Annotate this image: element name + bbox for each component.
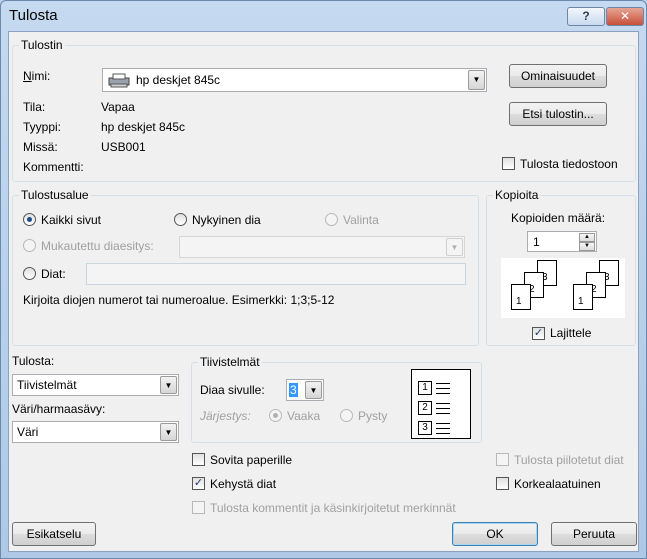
chevron-down-icon[interactable]: ▼ [160, 376, 177, 394]
handouts-group: Tiivistelmät Diaa sivulle: 3 ▼ Järjestys… [191, 355, 482, 443]
custom-show-label: Mukautettu diaesitys: [41, 239, 154, 253]
cancel-button[interactable]: Peruuta [551, 522, 637, 546]
ok-button[interactable]: OK [452, 522, 538, 546]
per-page-select[interactable]: 3 ▼ [286, 379, 324, 401]
comment-label: Kommentti: [23, 160, 84, 174]
current-slide-label[interactable]: Nykyinen dia [192, 213, 261, 227]
color-select[interactable]: Väri ▼ [12, 421, 179, 443]
chevron-down-icon: ▼ [446, 238, 463, 256]
order-label: Järjestys: [200, 409, 251, 423]
print-what-value: Tiivistelmät [17, 378, 77, 392]
hidden-slides-checkbox [496, 453, 509, 466]
custom-show-radio [23, 239, 36, 252]
collate-label[interactable]: Lajittele [550, 326, 591, 340]
handouts-group-title: Tiivistelmät [198, 355, 262, 369]
print-comments-checkbox [192, 501, 205, 514]
copies-count-input[interactable]: 1 ▲ ▼ [527, 231, 597, 252]
slides-input[interactable] [86, 263, 466, 285]
handout-preview: 1 2 3 [411, 369, 471, 439]
color-label: Väri/harmaasävy: [12, 402, 106, 416]
slides-label[interactable]: Diat: [41, 267, 66, 281]
collate-checkbox[interactable]: ✓ [532, 327, 545, 340]
print-what-select[interactable]: Tiivistelmät ▼ [12, 374, 179, 396]
vertical-label: Pysty [358, 409, 388, 423]
horizontal-label: Vaaka [287, 409, 321, 423]
all-slides-radio[interactable] [23, 213, 36, 226]
spin-up-icon[interactable]: ▲ [579, 233, 595, 242]
fit-paper-label[interactable]: Sovita paperille [210, 453, 292, 467]
spin-down-icon[interactable]: ▼ [579, 242, 595, 251]
selection-label: Valinta [343, 213, 379, 227]
where-label: Missä: [23, 140, 58, 154]
print-range-group: Tulostusalue Kaikki sivut Nykyinen dia V… [12, 188, 479, 346]
slides-hint: Kirjoita diojen numerot tai numeroalue. … [23, 293, 335, 307]
preview-button[interactable]: Esikatselu [12, 522, 96, 546]
help-button[interactable]: ? [567, 7, 605, 26]
print-range-group-title: Tulostusalue [19, 188, 91, 202]
per-page-label: Diaa sivulle: [200, 383, 265, 397]
printer-name-label: Nimi: [23, 69, 51, 83]
horizontal-radio [269, 409, 282, 422]
printer-select[interactable]: hp deskjet 845c ▼ [102, 68, 487, 92]
selection-radio [325, 213, 338, 226]
all-slides-label[interactable]: Kaikki sivut [41, 213, 101, 227]
slides-radio[interactable] [23, 267, 36, 280]
print-what-label: Tulosta: [12, 354, 55, 368]
current-slide-radio[interactable] [174, 213, 187, 226]
status-value: Vapaa [101, 100, 135, 114]
print-to-file-label[interactable]: Tulosta tiedostoon [520, 157, 618, 171]
print-dialog: Tulosta ? ✕ Tulostin Nimi: hp deskjet 84… [0, 0, 647, 559]
copies-group-title: Kopioita [493, 188, 541, 202]
printer-group: Tulostin Nimi: hp deskjet 845c ▼ Ominais… [12, 38, 636, 182]
where-value: USB001 [101, 140, 146, 154]
printer-select-value: hp deskjet 845c [136, 73, 221, 87]
printer-group-title: Tulostin [19, 38, 65, 52]
per-page-value: 3 [289, 383, 298, 397]
fit-paper-checkbox[interactable] [192, 453, 205, 466]
chevron-down-icon[interactable]: ▼ [160, 423, 177, 441]
frame-slides-label[interactable]: Kehystä diat [210, 477, 276, 491]
frame-slides-checkbox[interactable]: ✓ [192, 477, 205, 490]
properties-button[interactable]: Ominaisuudet [509, 64, 607, 88]
copies-group: Kopioita Kopioiden määrä: 1 ▲ ▼ 3 2 1 3 … [486, 188, 636, 346]
hidden-slides-label: Tulosta piilotetut diat [514, 453, 624, 467]
printer-icon [108, 73, 130, 88]
custom-show-select: ▼ [179, 236, 465, 258]
close-button[interactable]: ✕ [606, 7, 644, 26]
print-to-file-checkbox[interactable] [502, 157, 515, 170]
window-title: Tulosta [9, 7, 58, 24]
collate-preview: 3 2 1 3 2 1 [501, 258, 625, 318]
dialog-body: Tulostin Nimi: hp deskjet 845c ▼ Ominais… [8, 31, 639, 552]
type-value: hp deskjet 845c [101, 120, 186, 134]
title-bar: Tulosta ? ✕ [1, 1, 646, 31]
find-printer-button[interactable]: Etsi tulostin... [509, 102, 607, 126]
print-comments-label: Tulosta kommentit ja käsinkirjoitetut me… [210, 501, 456, 515]
type-label: Tyyppi: [23, 120, 62, 134]
chevron-down-icon[interactable]: ▼ [468, 70, 485, 90]
copies-count-value: 1 [533, 235, 540, 249]
high-quality-checkbox[interactable] [496, 477, 509, 490]
status-label: Tila: [23, 100, 46, 114]
chevron-down-icon[interactable]: ▼ [305, 381, 322, 399]
copies-count-label: Kopioiden määrä: [511, 211, 606, 225]
vertical-radio [340, 409, 353, 422]
color-value: Väri [17, 425, 39, 439]
high-quality-label[interactable]: Korkealaatuinen [514, 477, 601, 491]
